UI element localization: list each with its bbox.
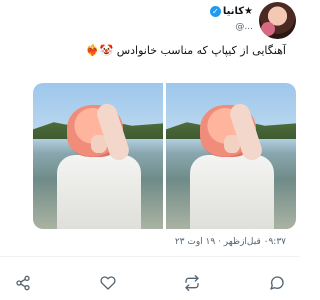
- action-bar: [10, 270, 290, 296]
- tweet-photo[interactable]: [166, 83, 296, 229]
- reply-button[interactable]: [264, 270, 290, 296]
- share-icon: [15, 275, 31, 291]
- retweet-button[interactable]: [179, 270, 205, 296]
- photo-shirt: [57, 155, 141, 229]
- like-button[interactable]: [95, 270, 121, 296]
- share-button[interactable]: [10, 270, 36, 296]
- reply-icon: [269, 275, 285, 291]
- retweet-icon: [183, 275, 201, 291]
- photo-shirt: [190, 155, 274, 229]
- display-name[interactable]: ★کانیا: [223, 6, 253, 17]
- tweet-text: آهنگایی از کیپاپ که مناسب خانوادس 🤡❤️‍🔥: [85, 44, 286, 57]
- tweet-photo[interactable]: [33, 83, 163, 229]
- divider: [0, 256, 300, 257]
- user-name-row[interactable]: ★کانیا ✓: [209, 4, 253, 18]
- user-handle[interactable]: @...: [235, 22, 253, 32]
- tweet-media[interactable]: [33, 83, 296, 229]
- avatar-decoration: [261, 22, 275, 36]
- tweet-timestamp[interactable]: ۰۹:۳۷ قبل‌ازظهر · ۱۹ اوت ۲۳: [175, 237, 286, 247]
- verified-badge-icon: ✓: [209, 5, 221, 17]
- avatar[interactable]: [259, 2, 296, 39]
- heart-icon: [100, 275, 116, 291]
